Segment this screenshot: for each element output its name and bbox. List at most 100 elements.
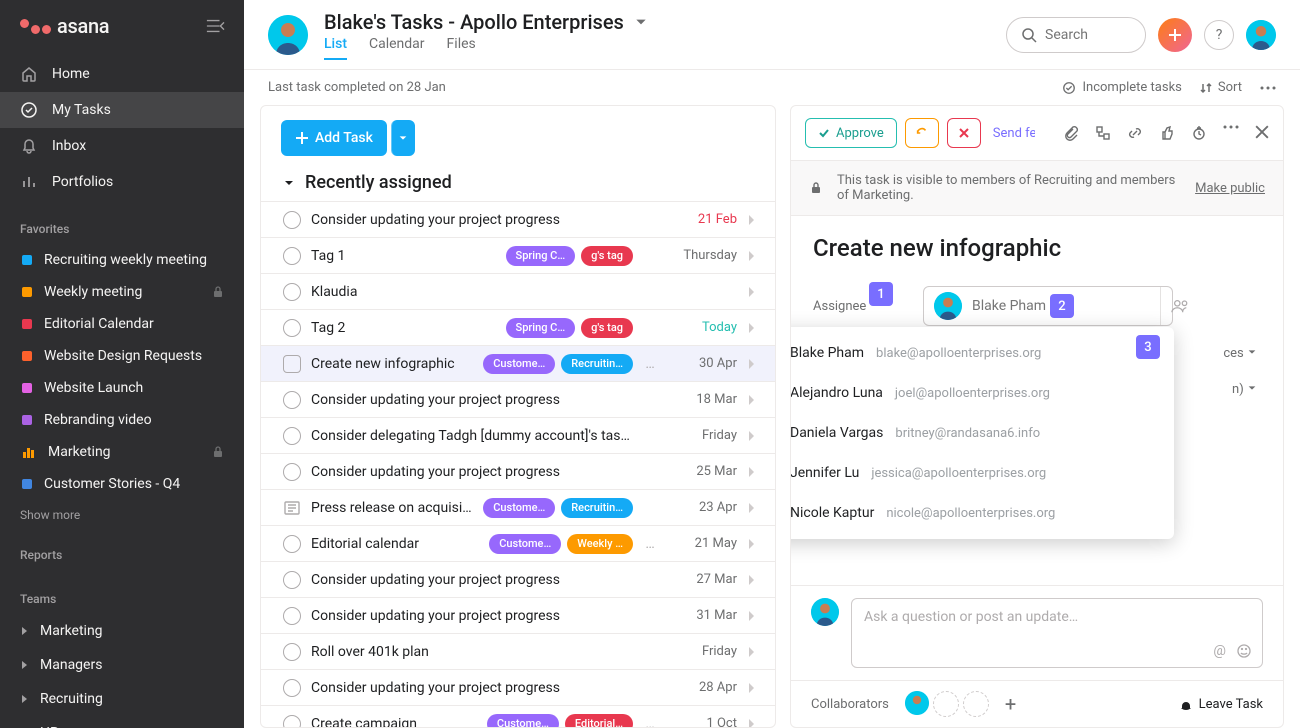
nav-inbox[interactable]: Inbox xyxy=(0,128,244,164)
reject-button[interactable] xyxy=(947,118,981,148)
favorite-item[interactable]: Weekly meeting xyxy=(0,276,244,308)
favorite-item[interactable]: Recruiting weekly meeting xyxy=(0,244,244,276)
tag-pill[interactable]: Spring C… xyxy=(506,318,576,338)
tag-pill[interactable]: g's tag xyxy=(581,246,633,266)
complete-checkbox[interactable] xyxy=(283,571,301,589)
nav-my-tasks[interactable]: My Tasks xyxy=(0,92,244,128)
approve-button[interactable]: Approve xyxy=(805,118,897,148)
tag-pill[interactable]: Custome… xyxy=(487,714,559,728)
mention-icon[interactable]: @ xyxy=(1213,643,1226,659)
task-row[interactable]: Consider updating your project progress2… xyxy=(261,201,775,237)
title-menu-icon[interactable] xyxy=(634,15,648,29)
brand-logo[interactable]: asana xyxy=(20,14,109,38)
tag-pill[interactable]: Recruitin… xyxy=(561,354,633,374)
task-title[interactable]: Create new infographic xyxy=(813,234,1261,262)
more-icon[interactable] xyxy=(1260,86,1276,90)
row-more-icon[interactable]: … xyxy=(643,356,657,372)
task-row[interactable]: Create new infographicCustome…Recruitin…… xyxy=(261,345,775,381)
add-task-dropdown[interactable] xyxy=(391,120,415,156)
tag-pill[interactable]: Weekly … xyxy=(567,534,633,554)
task-row[interactable]: Consider updating your project progress2… xyxy=(261,561,775,597)
complete-checkbox[interactable] xyxy=(283,463,301,481)
request-changes-button[interactable] xyxy=(905,118,939,148)
filter-incomplete[interactable]: Incomplete tasks xyxy=(1062,80,1181,95)
help-button[interactable]: ? xyxy=(1204,20,1234,50)
assignee-option[interactable]: Alejandro Lunajoel@apolloenterprises.org xyxy=(790,373,1174,413)
favorite-item[interactable]: Rebranding video xyxy=(0,404,244,436)
add-task-button[interactable]: Add Task xyxy=(281,120,387,156)
assignee-option[interactable]: Daniela Vargasbritney@randasana6.info xyxy=(790,413,1174,453)
complete-checkbox[interactable] xyxy=(283,643,301,661)
complete-checkbox[interactable] xyxy=(283,211,301,229)
assignee-option[interactable]: Jennifer Lujessica@apolloenterprises.org xyxy=(790,453,1174,493)
complete-checkbox[interactable] xyxy=(283,319,301,337)
search-input[interactable] xyxy=(1045,27,1131,43)
task-row[interactable]: Editorial calendarCustome…Weekly ……21 Ma… xyxy=(261,525,775,561)
favorite-item[interactable]: Customer Stories - Q4 xyxy=(0,468,244,500)
sort-button[interactable]: Sort xyxy=(1200,80,1242,95)
collapse-sidebar-icon[interactable] xyxy=(204,17,226,35)
tag-pill[interactable]: Custome… xyxy=(483,354,555,374)
owner-avatar[interactable] xyxy=(268,15,308,55)
detail-more-icon[interactable] xyxy=(1223,125,1239,141)
row-more-icon[interactable]: … xyxy=(643,716,657,728)
task-row[interactable]: Create campaignCustome…Editorial……1 Oct xyxy=(261,705,775,727)
nav-portfolios[interactable]: Portfolios xyxy=(0,164,244,200)
link-icon[interactable] xyxy=(1127,125,1143,141)
complete-checkbox[interactable] xyxy=(283,535,301,553)
user-avatar[interactable] xyxy=(1246,20,1276,50)
nav-home[interactable]: Home xyxy=(0,56,244,92)
task-row[interactable]: Tag 1Spring C…g's tagThursday xyxy=(261,237,775,273)
complete-checkbox[interactable] xyxy=(283,679,301,697)
complete-checkbox[interactable] xyxy=(283,283,301,301)
row-more-icon[interactable]: … xyxy=(643,536,657,552)
attachment-icon[interactable] xyxy=(1063,125,1079,141)
section-toggle-icon[interactable] xyxy=(283,177,295,189)
collaborator-slot[interactable] xyxy=(963,691,989,717)
tag-pill[interactable]: Custome… xyxy=(483,498,555,518)
subtask-icon[interactable] xyxy=(1095,125,1111,141)
harvest-icon[interactable] xyxy=(1191,125,1207,141)
complete-checkbox[interactable] xyxy=(283,355,301,373)
complete-checkbox[interactable] xyxy=(283,247,301,265)
tab-files[interactable]: Files xyxy=(447,36,476,60)
tag-pill[interactable]: Custome… xyxy=(489,534,561,554)
task-row[interactable]: Roll over 401k planFriday xyxy=(261,633,775,669)
complete-checkbox[interactable] xyxy=(283,391,301,409)
team-item[interactable]: HR xyxy=(0,716,244,728)
make-public-link[interactable]: Make public xyxy=(1195,181,1265,196)
assignee-option[interactable]: Nicole Kapturnicole@apolloenterprises.or… xyxy=(790,493,1174,533)
tab-list[interactable]: List xyxy=(324,36,347,60)
collaborator-slot[interactable] xyxy=(933,691,959,717)
task-row[interactable]: Consider updating your project progress2… xyxy=(261,453,775,489)
assignee-option[interactable]: Blake Phamblake@apolloenterprises.org xyxy=(790,333,1174,373)
leave-task-button[interactable]: Leave Task xyxy=(1179,697,1263,712)
emoji-icon[interactable] xyxy=(1236,643,1252,659)
team-item[interactable]: Managers xyxy=(0,648,244,682)
close-detail-icon[interactable] xyxy=(1255,125,1269,141)
task-row[interactable]: Consider updating your project progress1… xyxy=(261,381,775,417)
task-row[interactable]: Klaudia xyxy=(261,273,775,309)
task-row[interactable]: Consider delegating Tadgh [dummy account… xyxy=(261,417,775,453)
search-box[interactable] xyxy=(1006,17,1146,53)
complete-checkbox[interactable] xyxy=(283,607,301,625)
favorite-item[interactable]: Marketing xyxy=(0,436,244,468)
collaborator-avatar[interactable] xyxy=(905,691,929,715)
complete-checkbox[interactable] xyxy=(283,427,301,445)
global-add-button[interactable] xyxy=(1158,18,1192,52)
tag-pill[interactable]: g's tag xyxy=(581,318,633,338)
tag-pill[interactable]: Spring C… xyxy=(506,246,576,266)
task-row[interactable]: Consider updating your project progress2… xyxy=(261,669,775,705)
assignee-field[interactable]: 2 3 Blake Phamblake@apolloenterprises.or… xyxy=(923,286,1173,326)
assign-team-icon[interactable] xyxy=(1160,287,1189,325)
send-feedback-link[interactable]: Send fe xyxy=(993,126,1035,141)
add-collaborator-icon[interactable]: + xyxy=(1005,694,1016,714)
team-item[interactable]: Recruiting xyxy=(0,682,244,716)
task-row[interactable]: Tag 2Spring C…g's tagToday xyxy=(261,309,775,345)
complete-checkbox[interactable] xyxy=(283,715,301,728)
comment-input[interactable]: Ask a question or post an update… @ xyxy=(851,598,1263,668)
tag-pill[interactable]: Recruitin… xyxy=(561,498,633,518)
show-more-favorites[interactable]: Show more xyxy=(0,500,244,530)
favorite-item[interactable]: Website Launch xyxy=(0,372,244,404)
tab-calendar[interactable]: Calendar xyxy=(369,36,425,60)
